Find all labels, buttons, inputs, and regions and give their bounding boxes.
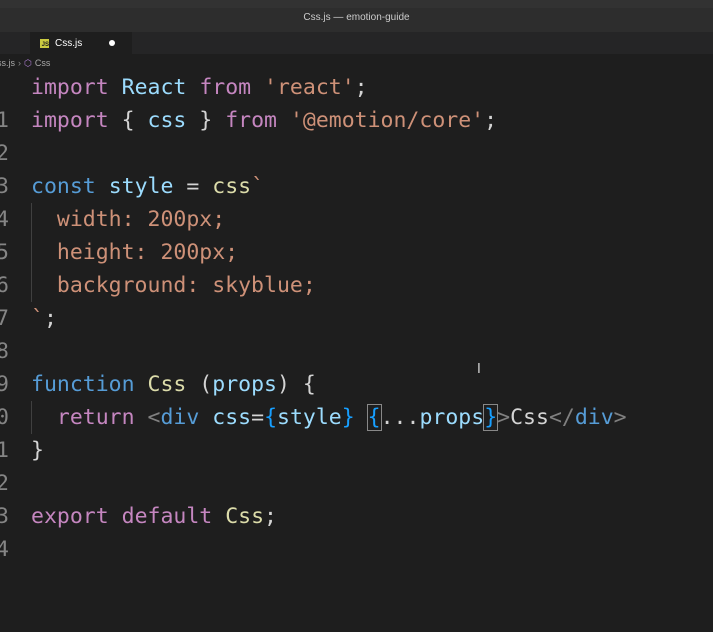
keyword: from <box>225 108 277 133</box>
string: width: 200px; <box>31 207 226 232</box>
code-editor[interactable]: 1 import React from 'react'; 2 import { … <box>0 71 713 579</box>
string: 'react' <box>264 75 355 100</box>
line-number: 4 <box>0 537 9 562</box>
identifier: React <box>121 75 187 100</box>
bracket-match: { <box>366 404 382 431</box>
symbol-cube-icon: ⬡ <box>24 57 32 68</box>
jsx-attribute: css <box>212 405 252 430</box>
jsx-tag: div <box>160 405 200 430</box>
function-name: css <box>212 174 252 199</box>
code-line: 6 height: 200px; <box>0 236 713 298</box>
string: '@emotion/core' <box>289 108 485 133</box>
keyword: import <box>31 108 109 133</box>
identifier: css <box>147 108 187 133</box>
breadcrumb-file[interactable]: ss.js <box>0 58 15 68</box>
code-line: 5 width: 200px; <box>0 203 713 265</box>
code-line: 3 <box>0 467 713 529</box>
editor-tab-css-js[interactable]: JS Css.js <box>30 32 132 54</box>
code-line: 1 return <div css={style} {...props}>Css… <box>0 401 713 463</box>
code-line: 3 <box>0 137 713 199</box>
code-line: 9 <box>0 335 713 397</box>
code-line: 1 import React from 'react'; <box>0 71 713 133</box>
code-line: 2 } <box>0 434 713 496</box>
keyword: export <box>31 504 109 529</box>
code-line: 0 function Css (props) { <box>0 368 713 430</box>
function-name: Css <box>147 372 187 397</box>
string: background: skyblue; <box>31 273 316 298</box>
identifier: style <box>108 174 174 199</box>
code-line: 8 `; <box>0 302 713 364</box>
code-line: 4 const style = css` <box>0 170 713 232</box>
window-title: Css.js — emotion-guide <box>303 12 410 23</box>
js-file-icon: JS <box>40 38 49 48</box>
text-cursor-icon: I <box>477 362 481 377</box>
keyword: const <box>31 174 96 199</box>
breadcrumb: ss.js › ⬡ Css <box>0 55 713 71</box>
tab-bar: JS Css.js <box>0 32 713 54</box>
unsaved-dot-icon[interactable] <box>109 40 115 46</box>
keyword: default <box>121 504 213 529</box>
tab-label: Css.js <box>55 37 83 49</box>
code-line: 7 background: skyblue; <box>0 269 713 331</box>
title-bar-strip <box>0 0 713 8</box>
function-name: Css <box>225 504 265 529</box>
keyword: import <box>31 75 109 100</box>
code-line: 4 export default Css; <box>0 500 713 562</box>
breadcrumb-symbol[interactable]: Css <box>35 58 51 68</box>
chevron-right-icon: › <box>18 58 21 68</box>
keyword: from <box>199 75 252 100</box>
title-bar: Css.js — emotion-guide <box>0 0 713 33</box>
code-line: 2 import { css } from '@emotion/core'; <box>0 104 713 166</box>
keyword: function <box>31 372 135 397</box>
bracket-match: } <box>483 404 499 431</box>
string: height: 200px; <box>31 240 239 265</box>
keyword: return <box>56 405 135 430</box>
parameter: props <box>212 372 277 397</box>
